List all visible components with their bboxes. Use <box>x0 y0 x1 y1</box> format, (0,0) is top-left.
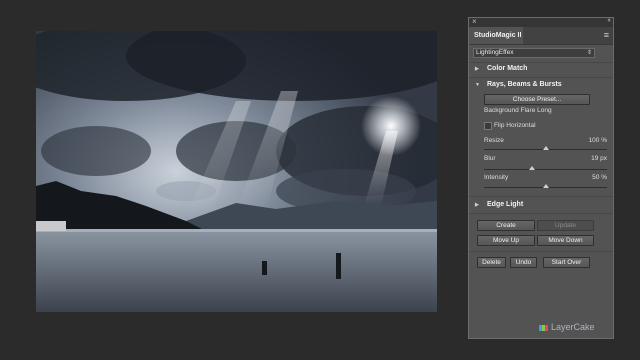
section-color-match[interactable]: ▶ Color Match <box>475 65 527 72</box>
move-up-button[interactable]: Move Up <box>477 235 535 246</box>
flip-horizontal-checkbox[interactable] <box>484 122 492 130</box>
create-button[interactable]: Create <box>477 220 535 231</box>
choose-preset-button[interactable]: Choose Preset... <box>484 94 590 105</box>
resize-slider-thumb[interactable] <box>543 146 549 150</box>
hamburger-icon[interactable]: ≡ <box>604 30 609 40</box>
layercake-logo-text: LayerCake <box>551 322 595 332</box>
preset-name: Background Flare Long <box>484 107 552 114</box>
close-icon[interactable]: × <box>472 17 477 26</box>
delete-button[interactable]: Delete <box>477 257 506 268</box>
section-edge-light-label: Edge Light <box>487 201 524 208</box>
layercake-logo: LayerCake <box>539 322 595 332</box>
collapse-icon[interactable]: ‹‹ <box>607 17 611 24</box>
resize-label: Resize <box>484 137 504 144</box>
undo-button[interactable]: Undo <box>510 257 537 268</box>
intensity-value: 50 % <box>592 174 607 181</box>
divider <box>469 77 613 78</box>
panel-title-strip: × ‹‹ <box>469 17 613 27</box>
divider <box>469 196 613 197</box>
section-rays-beams-bursts[interactable]: ▼ Rays, Beams & Bursts <box>475 81 562 88</box>
photo-canvas[interactable] <box>36 31 437 312</box>
divider <box>469 62 613 63</box>
preset-select-value: LightingEffex <box>476 49 514 56</box>
resize-value: 100 % <box>588 137 607 144</box>
select-arrows-icon: ⇕ <box>586 50 592 56</box>
blur-value: 19 px <box>591 155 607 162</box>
collapsed-triangle-icon: ▶ <box>475 66 479 72</box>
move-down-button[interactable]: Move Down <box>537 235 594 246</box>
landscape-photo <box>36 31 437 312</box>
flip-horizontal-label: Flip Horizontal <box>494 122 536 129</box>
preset-select[interactable]: LightingEffex ⇕ <box>473 48 595 58</box>
update-button[interactable]: Update <box>537 220 594 231</box>
collapsed-triangle-icon: ▶ <box>475 202 479 208</box>
studiomagic-panel: × ‹‹ StudioMagic II ≡ LightingEffex ⇕ ▶ C… <box>468 17 614 339</box>
expanded-triangle-icon: ▼ <box>475 82 480 88</box>
panel-header: StudioMagic II ≡ <box>469 27 613 45</box>
divider <box>469 251 613 252</box>
panel-tab[interactable]: StudioMagic II <box>469 27 523 44</box>
section-rays-label: Rays, Beams & Bursts <box>487 81 562 88</box>
blur-slider-thumb[interactable] <box>529 166 535 170</box>
blur-label: Blur <box>484 155 496 162</box>
intensity-label: Intensity <box>484 174 509 181</box>
blur-slider[interactable] <box>484 169 607 170</box>
start-over-button[interactable]: Start Over <box>543 257 590 268</box>
section-edge-light[interactable]: ▶ Edge Light <box>475 201 523 208</box>
layercake-logo-icon <box>539 325 548 331</box>
divider <box>469 213 613 214</box>
intensity-slider-thumb[interactable] <box>543 184 549 188</box>
section-color-match-label: Color Match <box>487 65 528 72</box>
